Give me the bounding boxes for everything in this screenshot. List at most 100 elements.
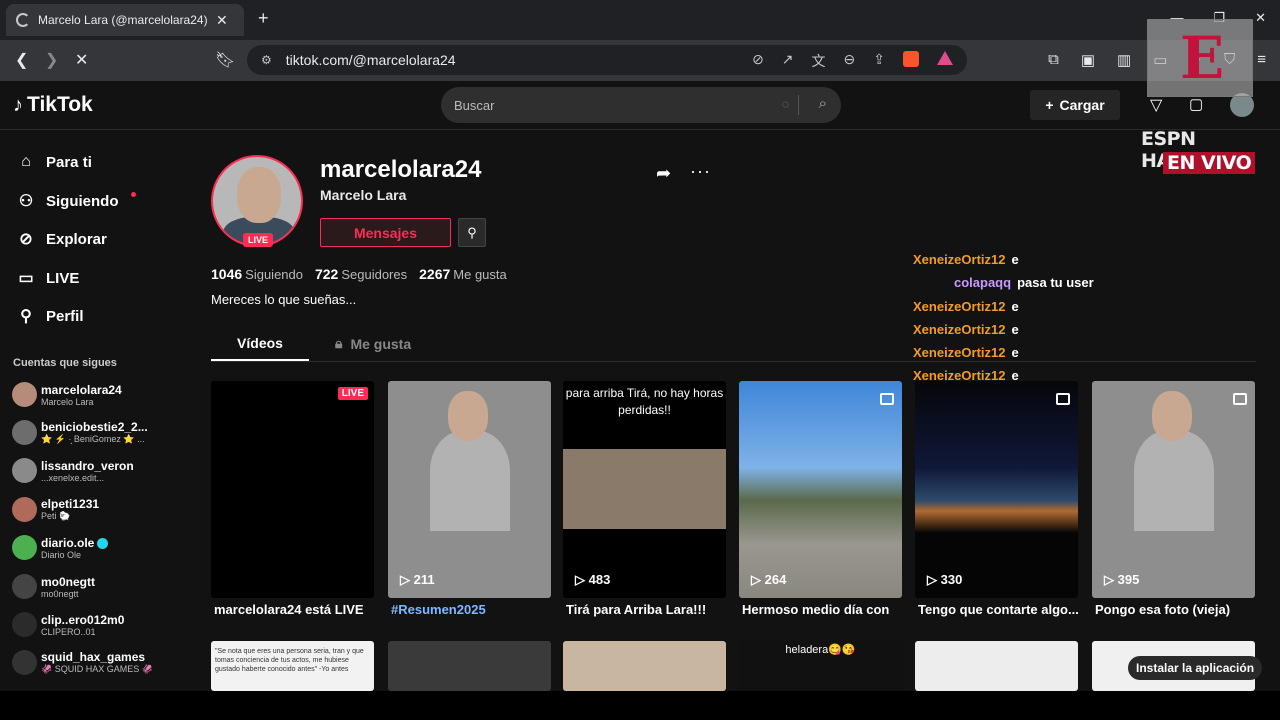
nav-label: LIVE xyxy=(46,269,80,287)
following-item[interactable]: mo0negtt mo0negtt xyxy=(12,574,95,599)
nav-perfil[interactable]: ⚲ Perfil xyxy=(16,306,83,326)
search-icon[interactable]: ⌕ xyxy=(819,95,827,112)
tiktok-logo[interactable]: ♪ TikTok xyxy=(13,93,93,117)
tab-videos[interactable]: Vídeos xyxy=(211,326,309,361)
zoom-icon[interactable]: ⊖ xyxy=(844,51,856,71)
tiktok-note-icon: ♪ xyxy=(13,93,23,116)
brave-rewards-icon[interactable] xyxy=(937,51,953,65)
following-item[interactable]: squid_hax_games 🦑 SQUID HAX GAMES 🦑 xyxy=(12,650,153,675)
upload-button[interactable]: + Cargar xyxy=(1030,90,1120,120)
brave-shields-icon[interactable] xyxy=(903,51,919,67)
site-settings-icon[interactable]: ⚙ xyxy=(261,53,272,67)
nav-label: Explorar xyxy=(46,230,107,248)
stop-icon[interactable]: ✕ xyxy=(75,50,88,70)
video-description[interactable]: Pongo esa foto (vieja) xyxy=(1095,602,1258,617)
inbox-icon[interactable]: ▢ xyxy=(1189,95,1203,113)
following-section-title: Cuentas que sigues xyxy=(13,357,117,369)
video-caption: "Se nota que eres una persona seria, tra… xyxy=(215,648,364,673)
person-check-icon: ⚲ xyxy=(467,224,477,240)
following-username: mo0negtt xyxy=(41,574,95,589)
open-external-icon[interactable]: ↗ xyxy=(782,51,794,71)
chat-message: XeneizeOrtiz12 e xyxy=(913,298,1019,314)
nav-live[interactable]: ▭ LIVE xyxy=(16,268,79,288)
cast-off-icon[interactable]: ⊘ xyxy=(752,51,764,71)
video-description[interactable]: Tirá para Arriba Lara!!! xyxy=(566,602,729,617)
following-username: clip..ero012m0 xyxy=(41,612,125,627)
share-icon[interactable]: ⇪ xyxy=(873,51,885,71)
nav-para-ti[interactable]: ⌂ Para ti xyxy=(16,153,92,171)
avatar xyxy=(12,420,37,445)
video-card[interactable]: ▷ 264 xyxy=(739,381,902,598)
video-description[interactable]: Tengo que contarte algo... xyxy=(918,602,1081,617)
sidebar-icon[interactable]: ▥ xyxy=(1117,51,1131,69)
search-placeholder: Buscar xyxy=(454,97,495,113)
following-username: elpeti1231 xyxy=(41,497,100,511)
install-app-button[interactable]: Instalar la aplicación xyxy=(1128,656,1263,680)
video-card[interactable] xyxy=(388,641,551,691)
following-username: squid_hax_games xyxy=(41,650,146,664)
nav-explorar[interactable]: ⊘ Explorar xyxy=(16,229,107,249)
following-item[interactable]: clip..ero012m0 CLIPERO..01 xyxy=(12,612,124,637)
video-description[interactable]: marcelolara24 está LIVE xyxy=(214,602,377,617)
video-card[interactable] xyxy=(563,641,726,691)
video-card[interactable]: ▷ 330 xyxy=(915,381,1078,598)
video-card[interactable]: LIVE xyxy=(211,381,374,598)
sidebar: ⌂ Para ti ⚇ Siguiendo ⊘ Explorar ▭ LIVE … xyxy=(0,131,180,691)
forward-icon[interactable]: ❯ xyxy=(45,50,58,70)
following-item[interactable]: marcelolara24 Marcelo Lara xyxy=(12,382,122,407)
search-input[interactable]: Buscar ◌ ⌕ xyxy=(441,87,841,123)
photo-icon xyxy=(1233,393,1247,405)
followers-stat[interactable]: 722 Seguidores xyxy=(315,266,407,282)
close-window-icon[interactable]: ✕ xyxy=(1255,10,1266,26)
following-item[interactable]: elpeti1231 Peti 🐑 xyxy=(12,497,99,522)
address-bar[interactable]: ⚙ tiktok.com/@marcelolara24 ⊘ ↗ 文 ⊖ ⇪ xyxy=(247,45,967,75)
video-card[interactable]: ▷ 395 xyxy=(1092,381,1255,598)
bookmark-icon[interactable]: 🔖︎ xyxy=(215,50,235,70)
browser-tab[interactable]: Marcelo Lara (@marcelolara24) | ✕ xyxy=(6,4,244,36)
video-description[interactable]: #Resumen2025 xyxy=(391,602,554,617)
more-icon[interactable]: ··· xyxy=(690,161,711,182)
avatar xyxy=(12,535,37,560)
new-tab-icon[interactable]: + xyxy=(258,8,269,29)
reader-icon[interactable]: ▣ xyxy=(1081,51,1095,69)
following-item[interactable]: lissandro_veron ...xenelxe.edit... xyxy=(12,458,134,483)
live-badge[interactable]: LIVE xyxy=(243,233,274,247)
following-item[interactable]: beniciobestie2_2... ⭐ ⚡ ·͙ BeniGomez ⭐ ..… xyxy=(12,420,148,445)
video-card[interactable]: para arriba Tirá, no hay horas perdidas!… xyxy=(563,381,726,598)
message-button[interactable]: Mensajes xyxy=(320,218,451,247)
share-icon[interactable]: ➦ xyxy=(656,163,671,184)
video-card[interactable]: ▷ 211 xyxy=(388,381,551,598)
tab-liked[interactable]: 🔒︎ Me gusta xyxy=(335,326,411,361)
video-card[interactable] xyxy=(915,641,1078,691)
profile-bio: Mereces lo que sueñas... xyxy=(211,292,357,307)
browser-tabbar: Marcelo Lara (@marcelolara24) | ✕ + — ❐ … xyxy=(0,0,1280,40)
avatar xyxy=(12,497,37,522)
translate-icon[interactable]: 文 xyxy=(812,51,826,71)
tiktok-header: ♪ TikTok Buscar ◌ ⌕ + Cargar ▽ ▢ xyxy=(0,81,1280,130)
nav-label: Siguiendo xyxy=(46,192,119,210)
follow-suggest-button[interactable]: ⚲ xyxy=(458,218,486,247)
avatar xyxy=(12,612,37,637)
nav-label: Para ti xyxy=(46,153,92,171)
menu-icon[interactable]: ≡ xyxy=(1257,51,1266,69)
video-card[interactable]: heladera😋😘 xyxy=(739,641,902,691)
back-icon[interactable]: ❮ xyxy=(15,50,28,70)
profile-display-name: Marcelo Lara xyxy=(320,187,407,203)
address-bar-icons: ⊘ ↗ 文 ⊖ ⇪ xyxy=(752,51,953,71)
following-item[interactable]: diario.ole Diario Ole xyxy=(12,535,109,560)
avatar xyxy=(12,458,37,483)
extensions-icon[interactable]: ⧉ xyxy=(1048,51,1059,69)
search-divider xyxy=(798,95,799,115)
chat-message: colapaqq pasa tu user xyxy=(954,275,1094,291)
video-card[interactable]: "Se nota que eres una persona seria, tra… xyxy=(211,641,374,691)
following-name: Peti 🐑 xyxy=(41,511,71,521)
following-username: marcelolara24 xyxy=(41,382,122,397)
video-description[interactable]: Hermoso medio día con xyxy=(742,602,905,617)
following-stat[interactable]: 1046 Siguiendo xyxy=(211,266,303,282)
nav-siguiendo[interactable]: ⚇ Siguiendo xyxy=(16,191,136,211)
loading-icon: ◌ xyxy=(781,97,789,111)
close-tab-icon[interactable]: ✕ xyxy=(216,12,228,29)
following-username: beniciobestie2_2... xyxy=(41,420,148,434)
tab-title: Marcelo Lara (@marcelolara24) | xyxy=(38,13,208,27)
filter-icon[interactable]: ▽ xyxy=(1150,95,1162,115)
